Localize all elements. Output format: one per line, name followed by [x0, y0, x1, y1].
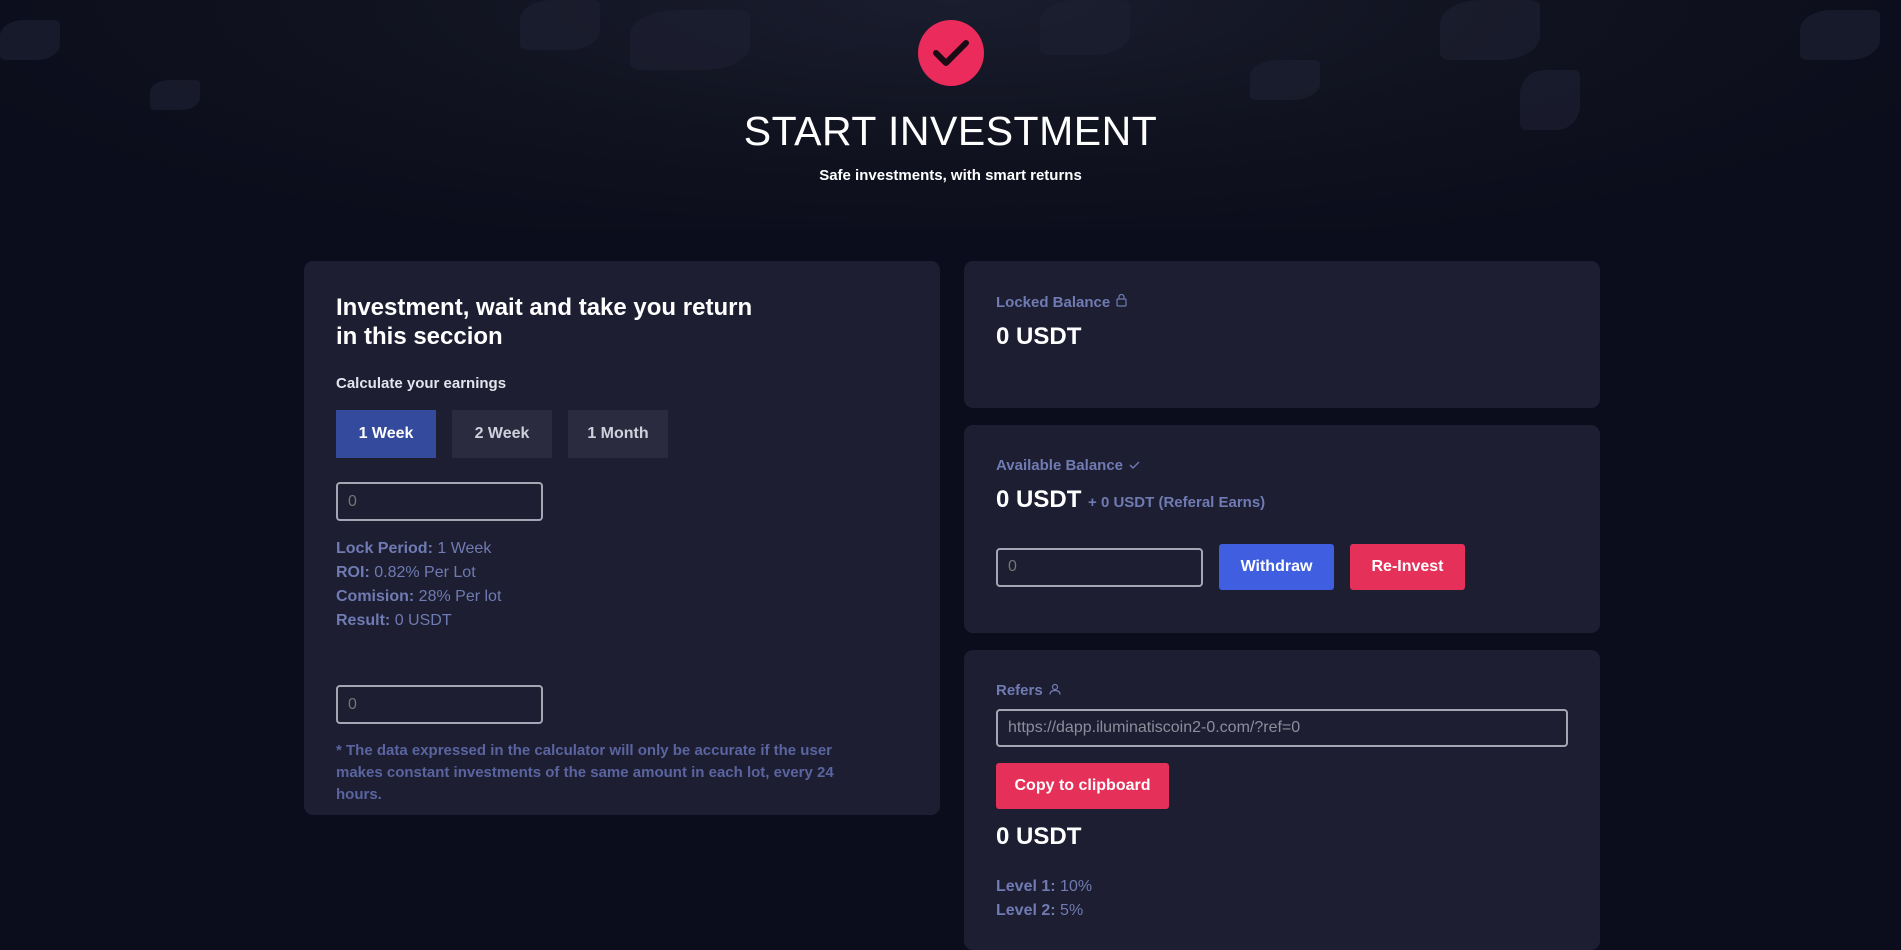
available-balance-card: Available Balance 0 USDT + 0 USDT (Refer… — [964, 425, 1600, 633]
hero-decoration — [1800, 10, 1880, 60]
hero-decoration — [630, 10, 750, 70]
page-title: START INVESTMENT — [743, 108, 1158, 154]
comision-label: Comision: — [336, 588, 415, 605]
user-icon — [1049, 682, 1061, 699]
hero-decoration — [0, 20, 60, 60]
calculator-stats: Lock Period: 1 Week ROI: 0.82% Per Lot C… — [336, 537, 908, 633]
roi-row: ROI: 0.82% Per Lot — [336, 561, 908, 585]
second-amount-input[interactable] — [336, 685, 543, 724]
hero-decoration — [1440, 0, 1540, 60]
available-balance-row: 0 USDT + 0 USDT (Referal Earns) — [996, 486, 1568, 514]
lock-icon — [1116, 293, 1127, 311]
refers-amount: 0 USDT — [996, 823, 1082, 850]
hero-decoration — [150, 80, 200, 110]
calculator-heading: Investment, wait and take you return in … — [336, 294, 753, 350]
lock-period-value: 1 Week — [437, 540, 492, 557]
page-subtitle: Safe investments, with smart returns — [819, 167, 1082, 184]
hero-decoration — [1040, 0, 1130, 55]
referal-earns-text: + 0 USDT (Referal Earns) — [1088, 494, 1266, 511]
comision-row: Comision: 28% Per lot — [336, 585, 908, 609]
tab-1-week[interactable]: 1 Week — [336, 410, 436, 458]
locked-balance-amount: 0 USDT — [996, 323, 1082, 350]
tab-1-month[interactable]: 1 Month — [568, 410, 668, 458]
withdraw-amount-input[interactable] — [996, 547, 1203, 587]
locked-balance-label: Locked Balance — [996, 293, 1111, 311]
level-1-row: Level 1: 10% — [996, 875, 1568, 899]
lock-period-row: Lock Period: 1 Week — [336, 537, 908, 561]
refers-card: Refers Copy to clipboard 0 USDT Level 1:… — [964, 650, 1600, 950]
refers-header: Refers — [996, 682, 1568, 699]
period-tabs: 1 Week 2 Week 1 Month — [336, 410, 908, 458]
hero-decoration — [520, 0, 600, 50]
level-2-value: 5% — [1060, 902, 1084, 919]
comision-value: 28% Per lot — [418, 588, 502, 605]
referral-link-field[interactable] — [996, 709, 1568, 747]
calculator-card: Investment, wait and take you return in … — [304, 261, 940, 815]
level-2-label: Level 2: — [996, 902, 1056, 919]
tab-2-week[interactable]: 2 Week — [452, 410, 552, 458]
roi-label: ROI: — [336, 564, 370, 581]
locked-balance-header: Locked Balance — [996, 293, 1568, 311]
calculator-disclaimer: * The data expressed in the calculator w… — [336, 742, 834, 803]
available-balance-amount: 0 USDT — [996, 486, 1082, 513]
roi-value: 0.82% Per Lot — [374, 564, 476, 581]
check-icon — [918, 20, 984, 86]
result-label: Result: — [336, 612, 391, 629]
level-1-label: Level 1: — [996, 878, 1056, 895]
hero-decoration — [1250, 60, 1320, 100]
calculate-earnings-label: Calculate your earnings — [336, 375, 507, 392]
level-2-row: Level 2: 5% — [996, 899, 1568, 923]
locked-balance-card: Locked Balance 0 USDT — [964, 261, 1600, 408]
withdraw-button[interactable]: Withdraw — [1219, 544, 1334, 590]
lock-period-label: Lock Period: — [336, 540, 433, 557]
refers-label: Refers — [996, 682, 1043, 699]
investment-amount-input[interactable] — [336, 482, 543, 521]
copy-to-clipboard-button[interactable]: Copy to clipboard — [996, 763, 1169, 809]
reinvest-button[interactable]: Re-Invest — [1350, 544, 1465, 590]
result-row: Result: 0 USDT — [336, 609, 908, 633]
level-1-value: 10% — [1060, 878, 1093, 895]
result-value: 0 USDT — [394, 612, 452, 629]
referral-levels: Level 1: 10% Level 2: 5% — [996, 875, 1568, 923]
available-balance-label: Available Balance — [996, 457, 1124, 474]
check-small-icon — [1129, 457, 1140, 474]
withdraw-actions: Withdraw Re-Invest — [996, 544, 1568, 590]
available-balance-header: Available Balance — [996, 457, 1568, 474]
